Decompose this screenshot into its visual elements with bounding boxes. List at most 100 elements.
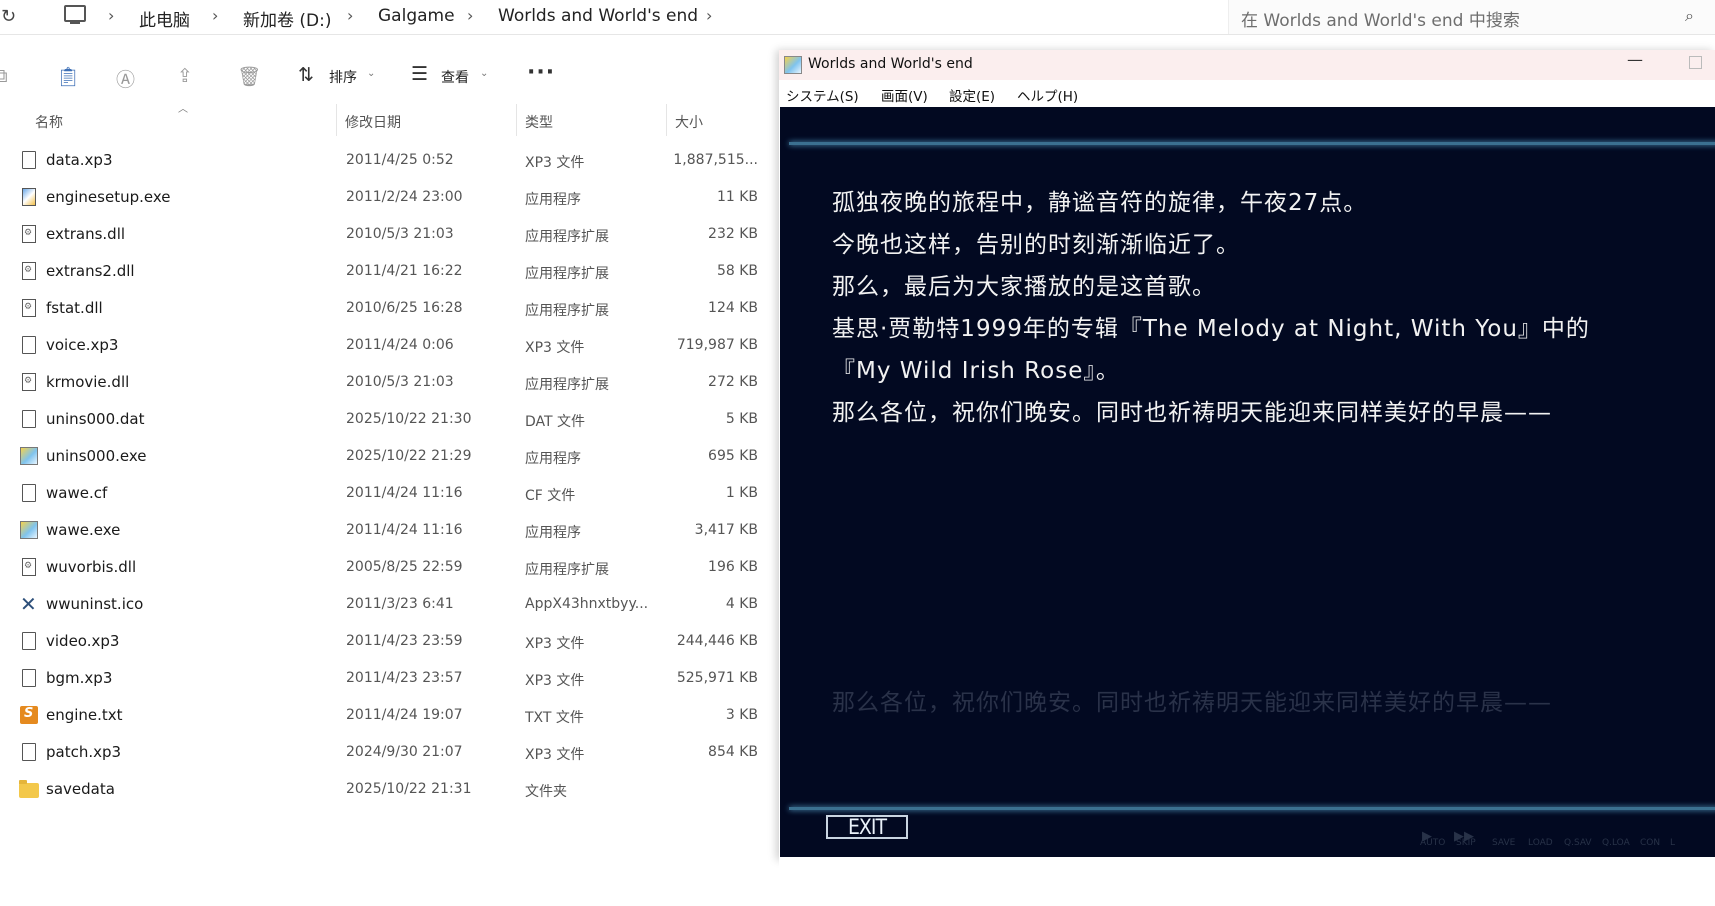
file-row[interactable]: unins000.exe 2025/10/22 21:29 应用程序 695 KB <box>0 438 780 475</box>
document-icon <box>22 632 36 650</box>
sort-button[interactable]: 排序 <box>329 67 357 87</box>
file-row[interactable]: enginesetup.exe 2011/2/24 23:00 应用程序 11 KB <box>0 179 780 216</box>
file-row[interactable]: wawe.cf 2011/4/24 11:16 CF 文件 1 KB <box>0 475 780 512</box>
chevron-right-icon[interactable]: › <box>467 6 473 25</box>
game-screen[interactable]: 孤独夜晚的旅程中，静谧音符的旋律，午夜27点。 今晚也这样，告别的时刻渐渐临近了… <box>780 107 1715 857</box>
file-type: TXT 文件 <box>525 710 584 726</box>
file-row[interactable]: engine.txt 2011/4/24 19:07 TXT 文件 3 KB <box>0 697 780 734</box>
game-window[interactable]: Worlds and World's end — システム(S) 画面(V) 設… <box>779 50 1715 860</box>
file-row[interactable]: unins000.dat 2025/10/22 21:30 DAT 文件 5 KB <box>0 401 780 438</box>
file-row[interactable]: data.xp3 2011/4/25 0:52 XP3 文件 1,887,515... <box>0 142 780 179</box>
game-window-titlebar[interactable]: Worlds and World's end — <box>779 50 1715 80</box>
file-row[interactable]: wuvorbis.dll 2005/8/25 22:59 应用程序扩展 196 KB <box>0 549 780 586</box>
top-glow-divider <box>789 142 1715 145</box>
menu-help[interactable]: ヘルプ(H) <box>1017 85 1078 105</box>
file-row[interactable]: krmovie.dll 2010/5/3 21:03 应用程序扩展 272 KB <box>0 364 780 401</box>
view-icon[interactable]: ☰ <box>411 63 428 85</box>
file-size: 1 KB <box>725 485 758 501</box>
file-name: voice.xp3 <box>46 336 119 354</box>
share-icon[interactable]: ⇪ <box>177 65 193 87</box>
refresh-icon[interactable]: ↻ <box>1 6 16 27</box>
more-options-button[interactable]: ··· <box>527 60 555 85</box>
file-size: 11 KB <box>716 189 758 205</box>
column-header-name[interactable]: 名称 <box>35 112 63 132</box>
column-divider[interactable] <box>666 104 667 136</box>
file-row[interactable]: voice.xp3 2011/4/24 0:06 XP3 文件 719,987 KB <box>0 327 780 364</box>
breadcrumb-galgame[interactable]: Galgame <box>378 6 455 26</box>
dialogue-line: 『My Wild Irish Rose』。 <box>832 358 1120 384</box>
control-config[interactable]: CON <box>1640 838 1660 848</box>
column-divider[interactable] <box>516 104 517 136</box>
file-type: XP3 文件 <box>525 673 585 689</box>
menu-system[interactable]: システム(S) <box>786 85 859 105</box>
file-type: 应用程序扩展 <box>525 562 609 578</box>
column-header-type[interactable]: 类型 <box>525 112 553 132</box>
file-row[interactable]: extrans2.dll 2011/4/21 16:22 应用程序扩展 58 KB <box>0 253 780 290</box>
control-save[interactable]: SAVE <box>1492 838 1515 848</box>
search-box[interactable]: 在 Worlds and World's end 中搜索 ⌕ <box>1228 0 1715 34</box>
control-quick-save[interactable]: Q.SAV <box>1564 838 1592 848</box>
menu-view[interactable]: 画面(V) <box>881 85 928 105</box>
file-row[interactable]: wwuninst.ico 2011/3/23 6:41 AppX43hnxtbyy.… <box>0 586 780 623</box>
column-header-date[interactable]: 修改日期 <box>345 112 401 132</box>
chevron-down-icon[interactable]: ⌄ <box>480 68 488 79</box>
file-size: 3 KB <box>725 707 758 723</box>
column-divider[interactable] <box>336 104 337 136</box>
dialogue-line: 孤独夜晚的旅程中，静谧音符的旋律，午夜27点。 <box>832 190 1368 216</box>
chevron-right-icon[interactable]: › <box>706 6 712 25</box>
file-size: 58 KB <box>716 263 758 279</box>
column-header-size[interactable]: 大小 <box>675 112 703 132</box>
file-name: krmovie.dll <box>46 373 130 391</box>
control-skip[interactable]: SKIP <box>1456 838 1476 848</box>
this-pc-icon[interactable] <box>64 5 86 24</box>
file-row[interactable]: patch.xp3 2024/9/30 21:07 XP3 文件 854 KB <box>0 734 780 771</box>
file-type: 文件夹 <box>525 784 567 800</box>
sort-icon[interactable]: ⇅ <box>298 64 314 86</box>
dll-icon <box>22 225 36 243</box>
dll-icon <box>22 373 36 391</box>
breadcrumb-this-pc[interactable]: 此电脑 <box>139 6 190 31</box>
exit-button[interactable]: EXIT <box>826 815 908 839</box>
file-row[interactable]: savedata 2025/10/22 21:31 文件夹 <box>0 771 780 808</box>
menu-settings[interactable]: 設定(E) <box>949 85 995 105</box>
control-load[interactable]: LOAD <box>1528 838 1553 848</box>
file-date: 2005/8/25 22:59 <box>346 559 463 575</box>
file-size: 124 KB <box>708 300 758 316</box>
file-size: 196 KB <box>708 559 758 575</box>
minimize-button[interactable]: — <box>1627 50 1643 69</box>
document-icon <box>22 336 36 354</box>
file-row[interactable]: fstat.dll 2010/6/25 16:28 应用程序扩展 124 KB <box>0 290 780 327</box>
file-name: bgm.xp3 <box>46 669 113 687</box>
control-log[interactable]: L <box>1670 838 1675 848</box>
control-quick-load[interactable]: Q.LOA <box>1602 838 1630 848</box>
breadcrumb-drive-d[interactable]: 新加卷 (D:) <box>243 6 332 31</box>
file-date: 2011/4/24 11:16 <box>346 485 463 501</box>
file-type: XP3 文件 <box>525 340 585 356</box>
maximize-button[interactable] <box>1689 56 1702 69</box>
chevron-right-icon[interactable]: › <box>347 6 353 25</box>
search-input[interactable]: 在 Worlds and World's end 中搜索 <box>1241 6 1520 31</box>
file-row[interactable]: extrans.dll 2010/5/3 21:03 应用程序扩展 232 KB <box>0 216 780 253</box>
search-icon[interactable]: ⌕ <box>1685 6 1694 26</box>
file-row[interactable]: wawe.exe 2011/4/24 11:16 应用程序 3,417 KB <box>0 512 780 549</box>
view-button[interactable]: 查看 <box>441 67 469 87</box>
chevron-down-icon[interactable]: ⌄ <box>367 68 375 79</box>
file-type: 应用程序 <box>525 525 581 541</box>
breadcrumb-current-folder[interactable]: Worlds and World's end <box>498 6 698 26</box>
file-row[interactable]: video.xp3 2011/4/23 23:59 XP3 文件 244,446 KB <box>0 623 780 660</box>
file-row[interactable]: bgm.xp3 2011/4/23 23:57 XP3 文件 525,971 KB <box>0 660 780 697</box>
copy-icon[interactable]: ⧉ <box>0 65 8 87</box>
file-name: enginesetup.exe <box>46 188 171 206</box>
document-icon <box>22 410 36 428</box>
delete-icon[interactable]: 🗑︎ <box>237 65 261 88</box>
file-size: 5 KB <box>725 411 758 427</box>
control-auto[interactable]: AUTO <box>1420 838 1445 848</box>
chevron-right-icon[interactable]: › <box>212 6 218 25</box>
file-date: 2025/10/22 21:31 <box>346 781 472 797</box>
game-window-title: Worlds and World's end <box>808 56 973 72</box>
chevron-right-icon[interactable]: › <box>108 6 114 25</box>
paste-icon[interactable]: 📋︎ <box>56 65 80 88</box>
file-type: 应用程序扩展 <box>525 266 609 282</box>
rename-icon[interactable]: Ⓐ <box>116 65 135 92</box>
file-name: wuvorbis.dll <box>46 558 137 576</box>
